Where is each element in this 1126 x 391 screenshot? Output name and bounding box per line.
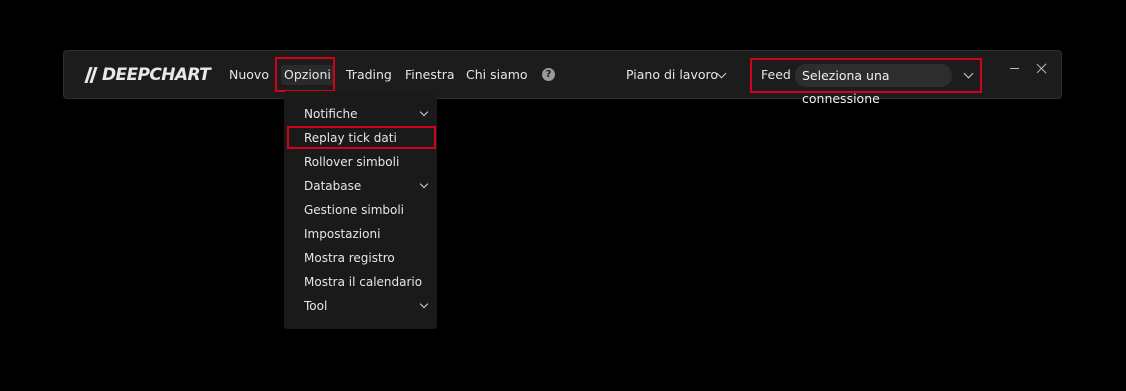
chevron-down-icon xyxy=(419,179,429,189)
feed-label: Feed xyxy=(761,67,791,82)
dropdown-item-rollover-simboli[interactable]: Rollover simboli xyxy=(284,150,437,174)
dropdown-item-gestione-simboli[interactable]: Gestione simboli xyxy=(284,198,437,222)
menu-opzioni[interactable]: Opzioni xyxy=(281,65,334,85)
dropdown-item-replay-tick-dati[interactable]: Replay tick dati xyxy=(284,126,437,150)
main-toolbar: DEEPCHART Nuovo Opzioni Trading Finestra… xyxy=(63,50,1062,106)
dropdown-item-label: Notifiche xyxy=(304,107,358,121)
opzioni-dropdown-menu: Notifiche Replay tick dati Rollover simb… xyxy=(284,91,437,329)
workspace-menu[interactable]: Piano di lavoro xyxy=(626,65,718,85)
dropdown-item-label: Mostra il calendario xyxy=(304,275,423,289)
chevron-down-icon xyxy=(419,107,429,117)
dropdown-item-tool[interactable]: Tool xyxy=(284,294,437,318)
help-icon[interactable]: ? xyxy=(542,68,555,81)
dropdown-item-mostra-registro[interactable]: Mostra registro xyxy=(284,246,437,270)
chevron-down-icon[interactable] xyxy=(963,68,974,79)
dropdown-item-database[interactable]: Database xyxy=(284,174,437,198)
dropdown-item-label: Gestione simboli xyxy=(304,203,405,217)
dropdown-item-impostazioni[interactable]: Impostazioni xyxy=(284,222,437,246)
dropdown-item-label: Mostra registro xyxy=(304,251,395,265)
menu-nuovo[interactable]: Nuovo xyxy=(229,65,269,85)
menu-finestra[interactable]: Finestra xyxy=(405,65,455,85)
dropdown-item-label: Tool xyxy=(304,299,328,313)
chevron-down-icon xyxy=(419,299,429,309)
deepchart-logo[interactable]: DEEPCHART xyxy=(84,64,211,86)
logo-text: DEEPCHART xyxy=(102,65,211,85)
connection-select-value: Seleziona una connessione xyxy=(802,68,890,106)
connection-select[interactable]: Seleziona una connessione xyxy=(795,64,952,106)
dropdown-item-label: Impostazioni xyxy=(304,227,381,241)
dropdown-item-notifiche[interactable]: Notifiche xyxy=(284,102,437,126)
chevron-down-icon[interactable] xyxy=(716,68,727,79)
dropdown-item-label: Rollover simboli xyxy=(304,155,400,169)
minimize-icon[interactable] xyxy=(1010,68,1019,70)
menu-chi-siamo[interactable]: Chi siamo xyxy=(466,65,528,85)
dropdown-item-label: Replay tick dati xyxy=(304,131,397,145)
menu-trading[interactable]: Trading xyxy=(346,65,392,85)
dropdown-item-mostra-calendario[interactable]: Mostra il calendario xyxy=(284,270,437,294)
dropdown-item-label: Database xyxy=(304,179,362,193)
logo-mark-icon xyxy=(84,67,103,83)
close-icon[interactable] xyxy=(1035,62,1048,75)
